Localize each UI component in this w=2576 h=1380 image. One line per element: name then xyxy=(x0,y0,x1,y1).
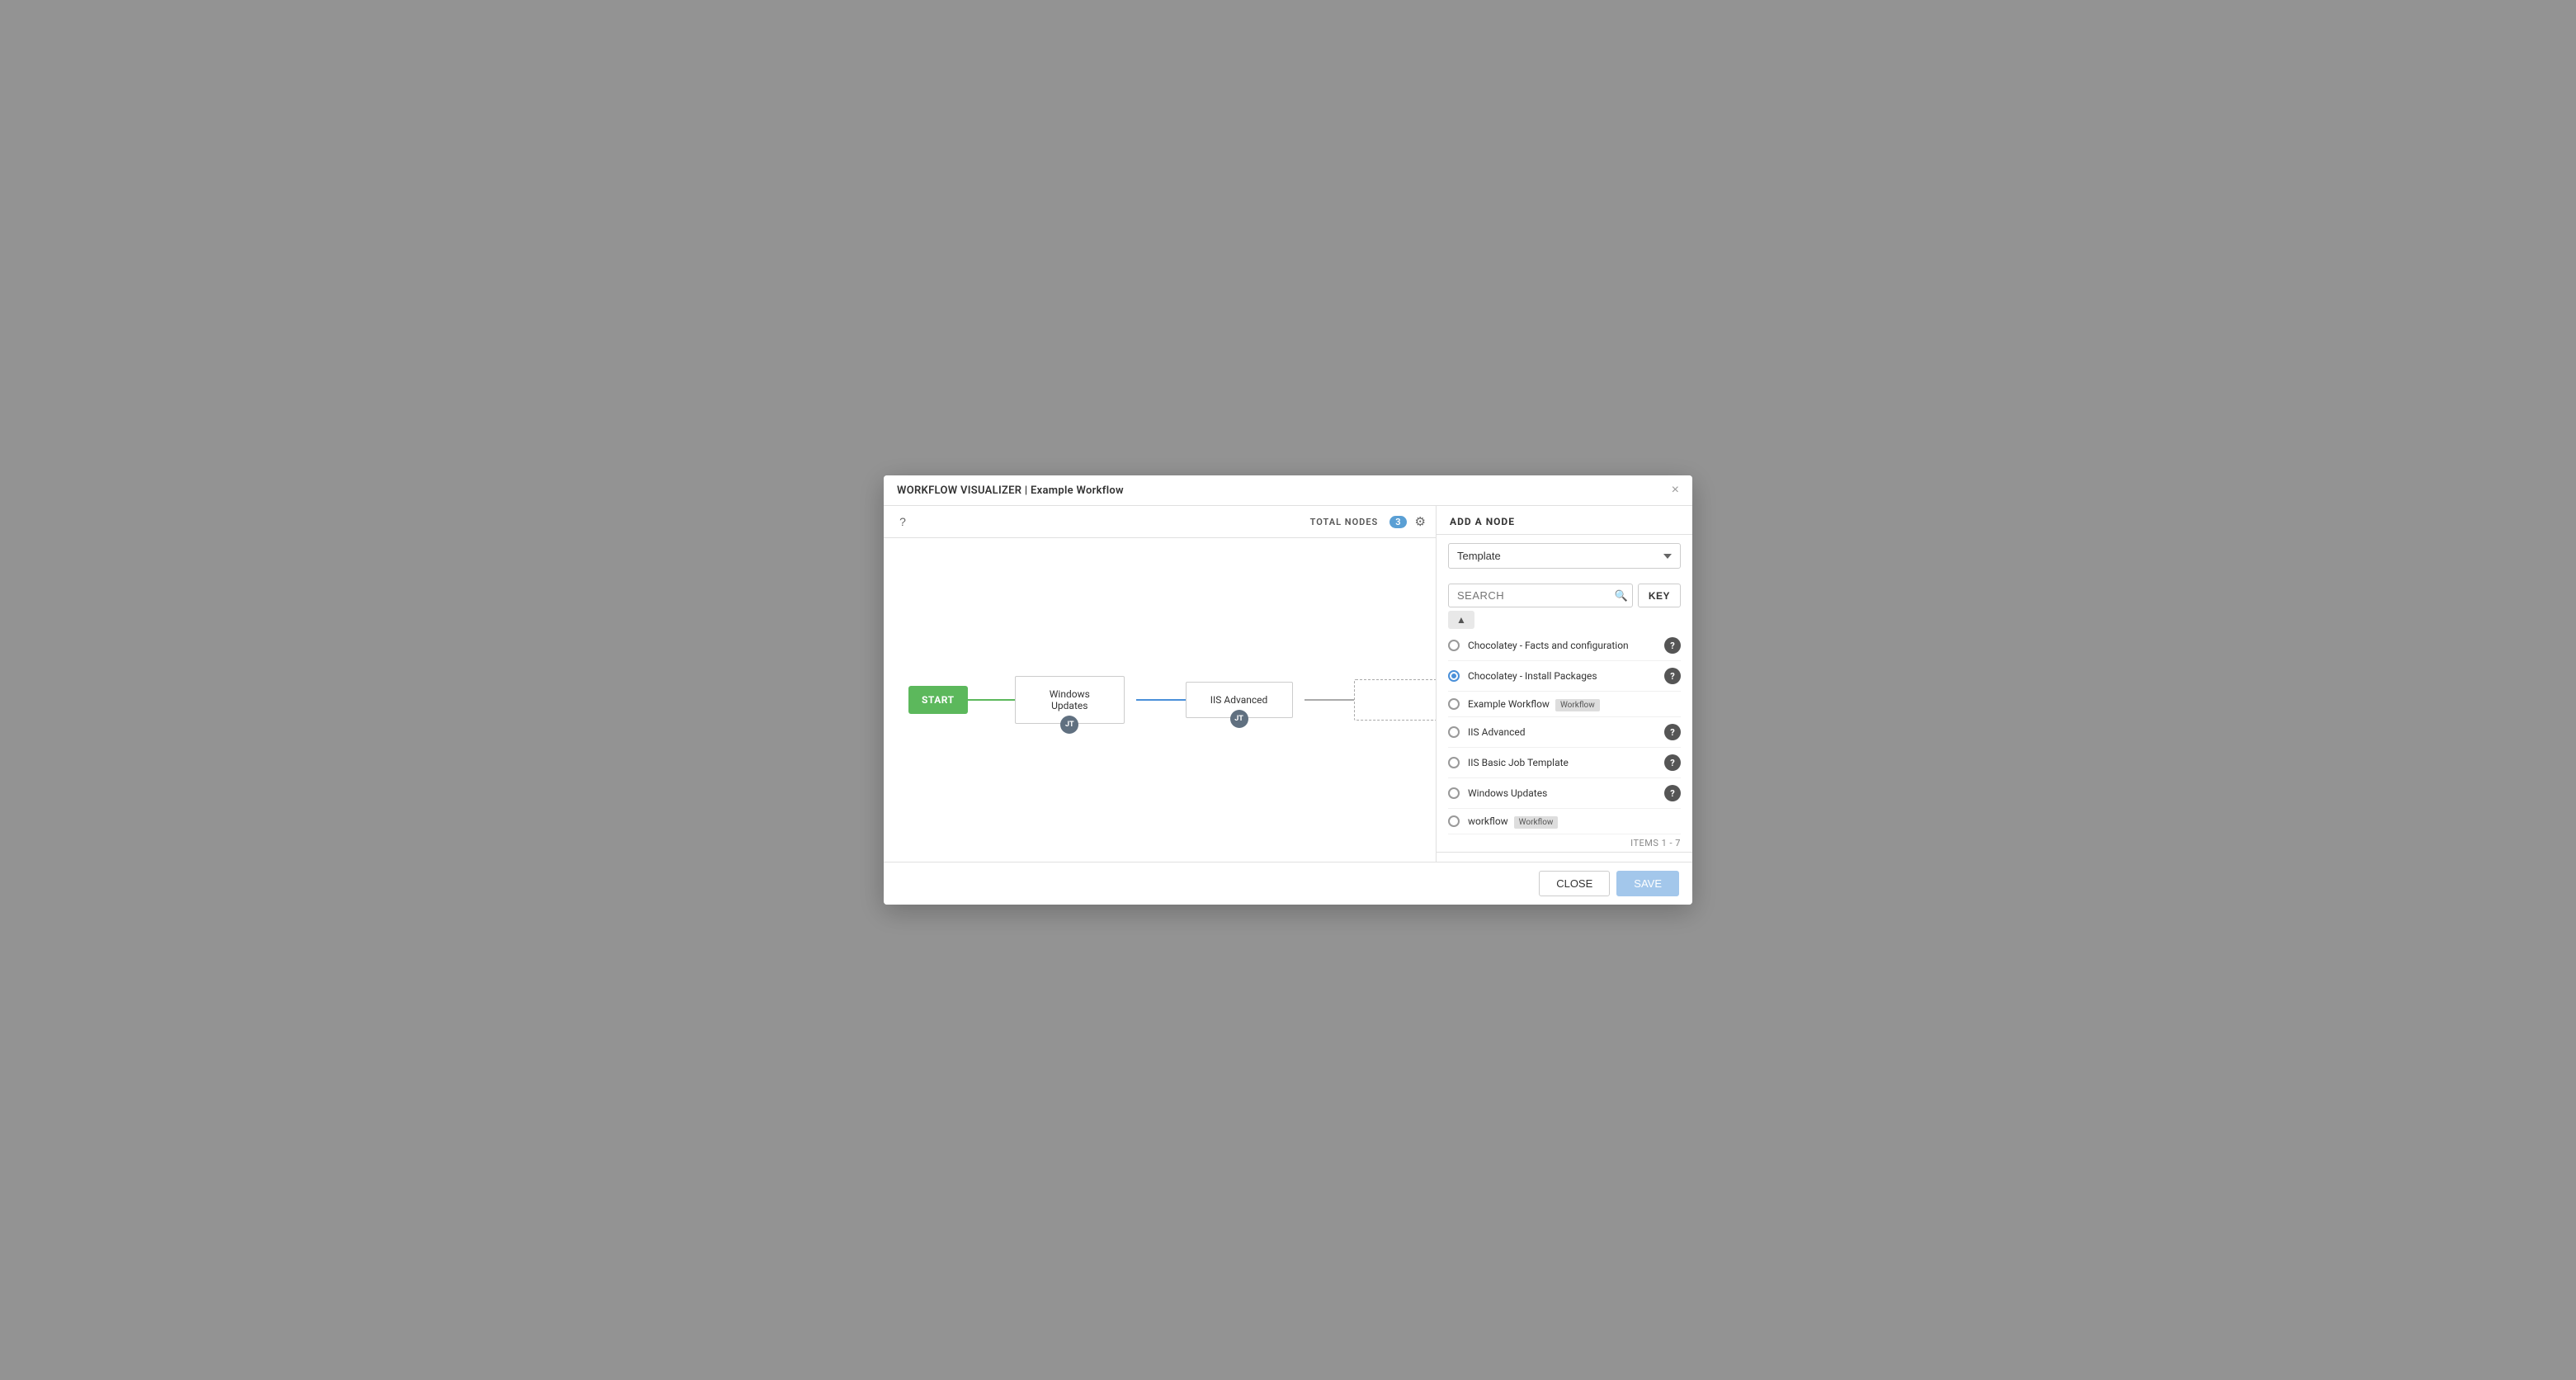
template-name-windows-updates: Windows Updates xyxy=(1468,787,1656,799)
template-type-section: Template Workflow Job Template Project S… xyxy=(1437,535,1692,577)
template-name-chocolatey-install: Chocolatey - Install Packages xyxy=(1468,670,1656,682)
template-type-dropdown[interactable]: Template Workflow Job Template Project S… xyxy=(1448,543,1681,569)
list-item: workflow Workflow xyxy=(1448,809,1681,834)
node-wrapper-2: IIS Advanced JT xyxy=(1186,682,1293,718)
search-input-wrap: 🔍 xyxy=(1448,584,1633,607)
toolbar-right: TOTAL NODES 3 ⚙ xyxy=(1310,514,1426,529)
modal-body: ? TOTAL NODES 3 ⚙ START xyxy=(884,506,1692,862)
list-item: Windows Updates ? xyxy=(1448,778,1681,809)
connector-blue-spacer xyxy=(1136,699,1186,701)
gear-settings-button[interactable]: ⚙ xyxy=(1415,514,1426,529)
help-icon-chocolatey-facts[interactable]: ? xyxy=(1664,637,1681,654)
jt-badge-2: JT xyxy=(1230,710,1248,728)
help-icon-iis-basic[interactable]: ? xyxy=(1664,754,1681,771)
radio-chocolatey-install[interactable] xyxy=(1448,670,1460,682)
modal-footer: CLOSE SAVE xyxy=(884,862,1692,905)
modal-close-x-button[interactable]: × xyxy=(1672,484,1679,497)
radio-example-workflow[interactable] xyxy=(1448,698,1460,710)
search-input[interactable] xyxy=(1448,584,1633,607)
panel-header: ADD A NODE xyxy=(1437,506,1692,535)
help-icon-iis-advanced[interactable]: ? xyxy=(1664,724,1681,740)
list-item: Chocolatey - Facts and configuration ? xyxy=(1448,631,1681,661)
template-list: Chocolatey - Facts and configuration ? C… xyxy=(1437,631,1692,834)
radio-iis-advanced[interactable] xyxy=(1448,726,1460,738)
radio-workflow[interactable] xyxy=(1448,815,1460,827)
close-button[interactable]: CLOSE xyxy=(1539,871,1610,896)
save-button[interactable]: SAVE xyxy=(1616,871,1679,896)
canvas-content: START Windows Updates JT xyxy=(884,538,1436,862)
list-item: Example Workflow Workflow xyxy=(1448,692,1681,717)
template-name-iis-advanced: IIS Advanced xyxy=(1468,726,1656,738)
workflow-tag-example: Workflow xyxy=(1555,699,1600,711)
nodes-count-badge: 3 xyxy=(1389,516,1406,528)
sort-bar: ▲ xyxy=(1437,607,1692,631)
radio-windows-updates[interactable] xyxy=(1448,787,1460,799)
radio-iis-basic[interactable] xyxy=(1448,757,1460,768)
help-icon-windows-updates[interactable]: ? xyxy=(1664,785,1681,801)
connector-gray-line xyxy=(1305,699,1354,701)
list-item: Chocolatey - Install Packages ? xyxy=(1448,661,1681,692)
search-icon-button[interactable]: 🔍 xyxy=(1615,589,1628,603)
modal-overlay: WORKFLOW VISUALIZER | Example Workflow ×… xyxy=(0,0,2576,1380)
run-section: * RUN On Success On Failure Always xyxy=(1437,852,1692,862)
search-row: 🔍 KEY xyxy=(1437,577,1692,607)
template-name-workflow: workflow Workflow xyxy=(1468,815,1681,827)
radio-chocolatey-facts[interactable] xyxy=(1448,640,1460,651)
connector-green-line xyxy=(968,699,1015,701)
template-name-example-workflow: Example Workflow Workflow xyxy=(1468,698,1681,710)
connector-blue-line xyxy=(1136,699,1186,701)
total-nodes-label: TOTAL NODES xyxy=(1310,517,1379,527)
toolbar-left: ? xyxy=(894,513,912,531)
workflow-modal: WORKFLOW VISUALIZER | Example Workflow ×… xyxy=(884,475,1692,905)
template-name-iis-basic: IIS Basic Job Template xyxy=(1468,757,1656,768)
sort-button[interactable]: ▲ xyxy=(1448,611,1474,629)
workflow-tag-workflow: Workflow xyxy=(1514,816,1559,829)
modal-title: WORKFLOW VISUALIZER | Example Workflow xyxy=(897,484,1124,497)
empty-dashed-node[interactable] xyxy=(1354,679,1436,721)
right-panel: ADD A NODE Template Workflow Job Templat… xyxy=(1437,506,1692,862)
modal-title-bar: WORKFLOW VISUALIZER | Example Workflow × xyxy=(884,475,1692,506)
start-node[interactable]: START xyxy=(908,686,968,714)
template-name-chocolatey-facts: Chocolatey - Facts and configuration xyxy=(1468,640,1656,651)
canvas-help-button[interactable]: ? xyxy=(894,513,912,531)
workflow-graph: START Windows Updates JT xyxy=(908,676,1436,724)
node-wrapper-1: Windows Updates JT xyxy=(1015,676,1125,724)
canvas-area: ? TOTAL NODES 3 ⚙ START xyxy=(884,506,1437,862)
list-item: IIS Basic Job Template ? xyxy=(1448,748,1681,778)
help-icon-chocolatey-install[interactable]: ? xyxy=(1664,668,1681,684)
list-item: IIS Advanced ? xyxy=(1448,717,1681,748)
canvas-toolbar: ? TOTAL NODES 3 ⚙ xyxy=(884,506,1436,538)
connector-gray-spacer xyxy=(1305,699,1354,701)
items-count: ITEMS 1 - 7 xyxy=(1437,834,1692,852)
jt-badge-1: JT xyxy=(1060,716,1078,734)
key-button[interactable]: KEY xyxy=(1638,584,1681,607)
